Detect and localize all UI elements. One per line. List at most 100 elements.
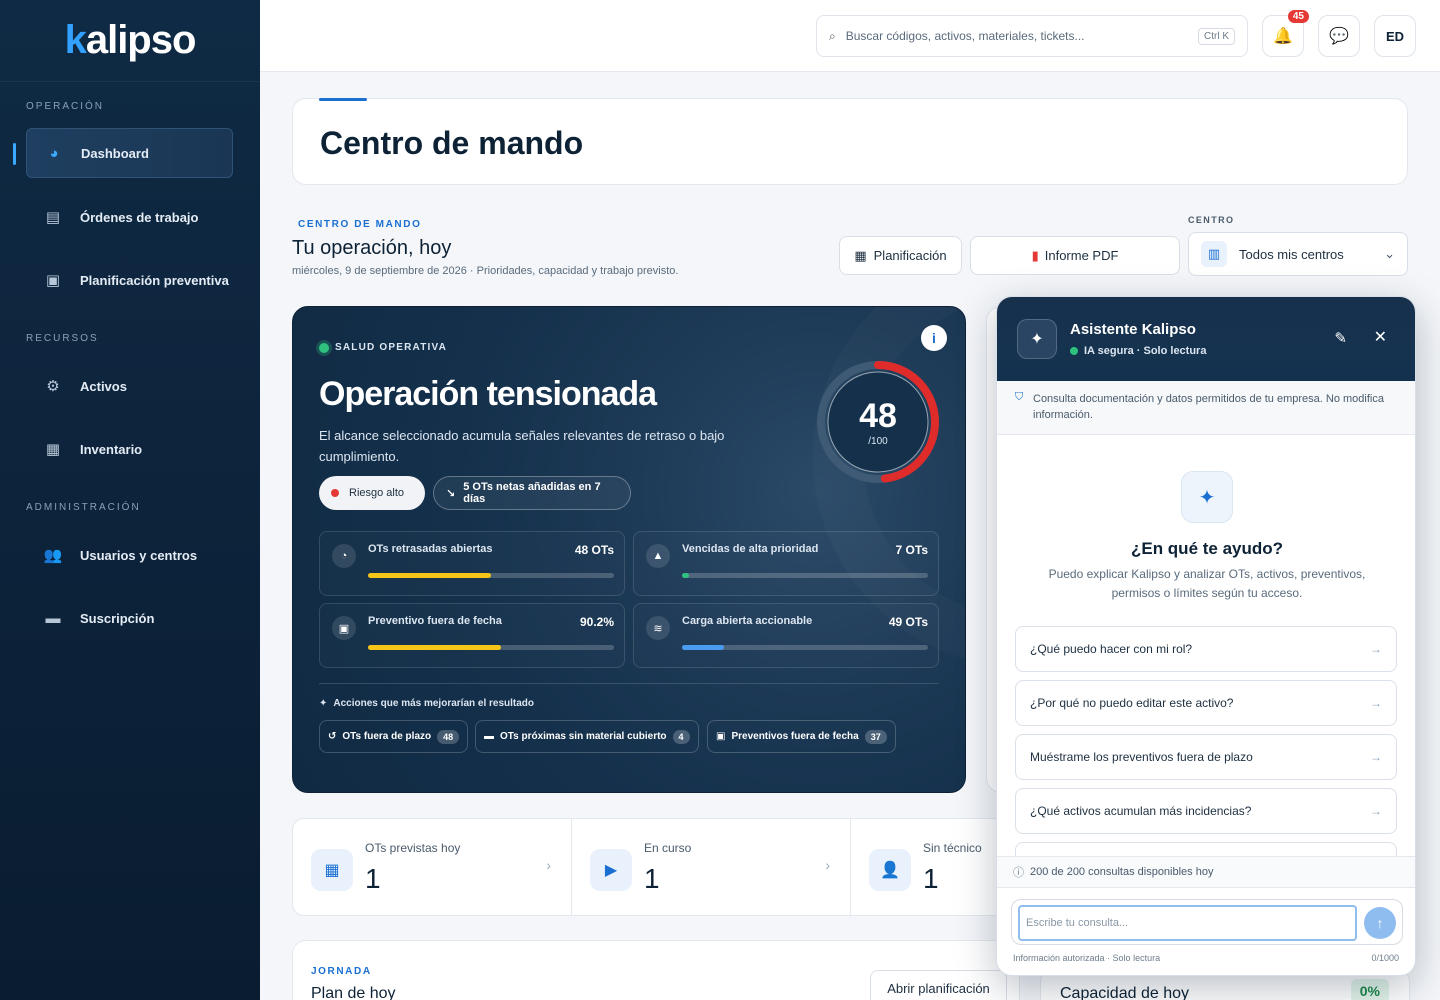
dashboard-gauge-icon: ◕ bbox=[49, 144, 59, 162]
stat-value: 1 bbox=[923, 863, 939, 894]
notifications-button[interactable]: 🔔 45 bbox=[1262, 10, 1309, 57]
risk-dot-icon bbox=[331, 489, 339, 497]
quota-text: 200 de 200 consultas disponibles hoy bbox=[1030, 866, 1214, 878]
action-label: OTs fuera de plazo bbox=[342, 731, 432, 742]
action-button-late-ots[interactable]: ↺ OTs fuera de plazo 48 bbox=[319, 720, 469, 753]
search-shortcut: Ctrl K bbox=[1198, 27, 1235, 45]
magic-wand-icon: ✦ bbox=[1017, 319, 1057, 359]
metric-card[interactable]: ▣ Preventivo fuera de fecha 90.2% bbox=[319, 603, 625, 668]
open-planning-label: Abrir planificación bbox=[887, 980, 990, 996]
health-score-max: /100 bbox=[868, 436, 888, 447]
suggestion-button[interactable]: ¿Por qué no puedo editar este activo? → bbox=[1015, 680, 1397, 726]
divider bbox=[319, 683, 939, 684]
suggestion-label: ¿Qué puedo hacer con mi rol? bbox=[1030, 642, 1193, 656]
action-count: 4 bbox=[672, 729, 690, 744]
global-search[interactable]: ⌕ Buscar códigos, activos, materiales, t… bbox=[816, 15, 1248, 57]
suggestion-label: Muéstrame los preventivos fuera de plazo bbox=[1030, 750, 1253, 764]
notifications-badge: 45 bbox=[1287, 10, 1309, 23]
sidebar-item-suscripcion[interactable]: ▬ Suscripción bbox=[26, 593, 233, 643]
metric-card[interactable]: ▲ Vencidas de alta prioridad 7 OTs bbox=[633, 531, 939, 596]
trend-down-icon: ↘ bbox=[446, 487, 456, 500]
metric-card[interactable]: ≋ Carga abierta accionable 49 OTs bbox=[633, 603, 939, 668]
arrow-right-icon: → bbox=[1370, 696, 1382, 710]
actions-title-label: Acciones que más mejorarían el resultado bbox=[333, 698, 535, 709]
user-avatar-button[interactable]: ED bbox=[1374, 15, 1416, 57]
suggestion-button-partial[interactable] bbox=[1015, 842, 1397, 856]
speedometer-icon: ◔ bbox=[332, 544, 356, 568]
suggestion-label: ¿Por qué no puedo editar este activo? bbox=[1030, 696, 1234, 710]
magic-wand-icon: ✦ bbox=[319, 698, 328, 709]
metric-fill bbox=[368, 645, 501, 650]
sidebar-item-dashboard[interactable]: ◕ Dashboard bbox=[26, 128, 233, 178]
suggestion-button[interactable]: Muéstrame los preventivos fuera de plazo… bbox=[1015, 734, 1397, 780]
suggestion-button[interactable]: ¿Qué activos acumulan más incidencias? → bbox=[1015, 788, 1397, 834]
status-dot bbox=[319, 343, 329, 353]
shield-icon: ⛉ bbox=[1015, 391, 1024, 403]
composer: Escribe tu consulta... ↑ bbox=[1011, 899, 1403, 945]
send-arrow-icon[interactable]: ↑ bbox=[1364, 907, 1396, 939]
new-chat-edit-icon[interactable]: ✎ bbox=[1334, 329, 1347, 347]
info-circle-icon: ⓘ bbox=[1013, 867, 1024, 879]
calendar-icon: ▣ bbox=[332, 616, 356, 640]
health-eyebrow: SALUD OPERATIVA bbox=[335, 342, 448, 353]
chat-button[interactable]: 💬 bbox=[1318, 15, 1360, 57]
stat-label: Sin técnico bbox=[923, 841, 982, 855]
search-input[interactable]: Buscar códigos, activos, materiales, tic… bbox=[846, 29, 1085, 43]
calendar-check-icon: ▣ bbox=[45, 272, 61, 289]
center-label: CENTRO bbox=[1188, 215, 1235, 225]
open-planning-button[interactable]: Abrir planificación bbox=[870, 970, 1007, 1000]
building-icon: ▥ bbox=[1201, 241, 1227, 267]
health-description: El alcance seleccionado acumula señales … bbox=[319, 428, 725, 464]
action-button-material[interactable]: ▬ OTs próximas sin material cubierto 4 bbox=[475, 720, 699, 753]
action-label: Preventivos fuera de fecha bbox=[731, 731, 859, 742]
assistant-panel: ✦ Asistente Kalipso IA segura · Solo lec… bbox=[996, 296, 1416, 976]
calendar-icon: ▣ bbox=[716, 731, 726, 742]
stat-value: 1 bbox=[365, 863, 381, 894]
assistant-header: ✦ Asistente Kalipso IA segura · Solo lec… bbox=[997, 297, 1415, 381]
risk-pill: Riesgo alto bbox=[319, 476, 425, 510]
metric-fill bbox=[682, 573, 690, 578]
pdf-report-button[interactable]: ▮ Informe PDF bbox=[970, 236, 1180, 275]
sidebar: kalipso OPERACIÓN ◕ Dashboard ▤ Órdenes … bbox=[0, 0, 260, 1000]
sidebar-item-usuarios[interactable]: 👥 Usuarios y centros bbox=[26, 530, 233, 580]
help-text: Puedo explicar Kalipso y analizar OTs, a… bbox=[1048, 567, 1366, 600]
info-icon[interactable]: i bbox=[921, 325, 947, 351]
char-counter: 0/1000 bbox=[1371, 953, 1399, 963]
bell-icon: 🔔 bbox=[1273, 28, 1293, 45]
message-input[interactable]: Escribe tu consulta... bbox=[1018, 905, 1357, 941]
metric-value: 7 OTs bbox=[895, 543, 928, 557]
kalipso-logo[interactable]: kalipso bbox=[0, 0, 260, 82]
sidebar-item-label: Inventario bbox=[80, 441, 143, 457]
overview-eyebrow: CENTRO DE MANDO bbox=[298, 219, 422, 230]
magic-wand-icon: ✦ bbox=[1181, 471, 1233, 523]
quota-bar: ⓘ 200 de 200 consultas disponibles hoy bbox=[997, 856, 1415, 888]
online-dot-icon bbox=[1070, 347, 1078, 355]
stat-en-curso[interactable]: ▶ En curso 1 › bbox=[572, 819, 851, 915]
metric-label: Preventivo fuera de fecha bbox=[368, 615, 502, 627]
metric-label: Vencidas de alta prioridad bbox=[682, 543, 819, 555]
sidebar-item-ordenes[interactable]: ▤ Órdenes de trabajo bbox=[26, 192, 233, 242]
metric-fill bbox=[368, 573, 491, 578]
metric-card[interactable]: ◔ OTs retrasadas abiertas 48 OTs bbox=[319, 531, 625, 596]
trend-pill-label: 5 OTs netas añadidas en 7 días bbox=[463, 481, 601, 505]
help-title: ¿En qué te ayudo? bbox=[1130, 539, 1284, 558]
arrow-right-icon: → bbox=[1370, 750, 1382, 764]
center-select[interactable]: ▥ Todos mis centros ⌄ bbox=[1188, 232, 1408, 276]
suggestion-button[interactable]: ¿Qué puedo hacer con mi rol? → bbox=[1015, 626, 1397, 672]
planning-button[interactable]: ▦ Planificación bbox=[839, 236, 962, 275]
stat-sin-tecnico[interactable]: 👤 Sin técnico 1 bbox=[851, 819, 1011, 915]
close-icon[interactable]: ✕ bbox=[1374, 327, 1387, 347]
sidebar-item-activos[interactable]: ⚙ Activos bbox=[26, 361, 233, 411]
gears-icon: ⚙ bbox=[46, 378, 60, 395]
jornada-card: JORNADA Plan de hoy Abrir planificación bbox=[292, 940, 1020, 1000]
sidebar-item-inventario[interactable]: ▦ Inventario bbox=[26, 424, 233, 474]
sidebar-item-planificacion[interactable]: ▣ Planificación preventiva bbox=[26, 255, 233, 305]
assistant-status-label: IA segura · Solo lectura bbox=[1084, 345, 1207, 357]
history-icon: ↺ bbox=[328, 731, 337, 742]
stat-ots-previstas[interactable]: ▦ OTs previstas hoy 1 › bbox=[293, 819, 572, 915]
boxes-icon: ▦ bbox=[45, 441, 61, 458]
assistant-notice: ⛉ Consulta documentación y datos permiti… bbox=[997, 381, 1415, 435]
action-button-preventivos[interactable]: ▣ Preventivos fuera de fecha 37 bbox=[707, 720, 896, 753]
metric-track bbox=[368, 645, 614, 650]
calendar-icon: ▦ bbox=[311, 849, 353, 891]
